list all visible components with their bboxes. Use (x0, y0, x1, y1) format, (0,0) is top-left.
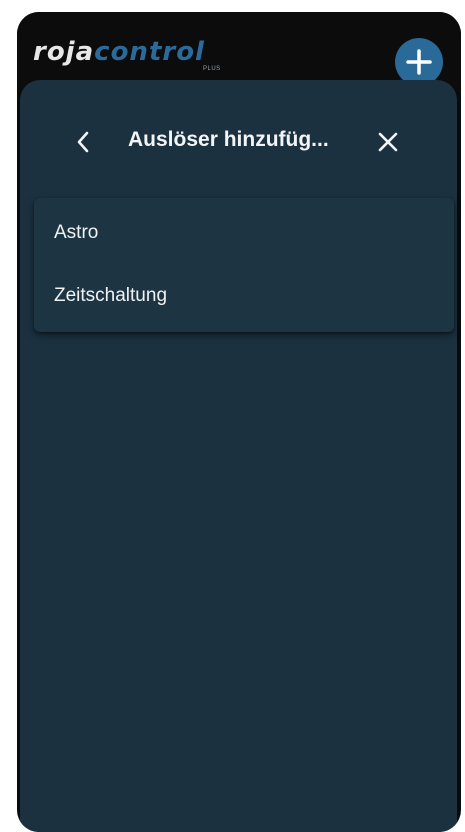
close-button[interactable] (368, 122, 408, 162)
logo-text-control: control (94, 37, 205, 67)
menu-item-zeitschaltung[interactable]: Zeitschaltung (34, 268, 454, 324)
close-icon (378, 132, 398, 152)
logo-text-roja: roja (33, 37, 95, 67)
phone-frame: rojacontrol PLUS Auslöser hinzufüg... As… (17, 12, 461, 832)
chevron-left-icon (77, 131, 89, 153)
app-logo: rojacontrol (33, 39, 205, 65)
back-button[interactable] (64, 122, 104, 162)
trigger-type-menu: Astro Zeitschaltung (34, 198, 454, 332)
add-button[interactable] (395, 38, 443, 86)
sheet-title: Auslöser hinzufüg... (128, 128, 329, 151)
logo-badge: PLUS (203, 66, 221, 72)
menu-item-astro[interactable]: Astro (34, 205, 454, 261)
sheet-header: Auslöser hinzufüg... (20, 112, 457, 168)
add-trigger-sheet: Auslöser hinzufüg... Astro Zeitschaltung (20, 80, 457, 832)
plus-icon (406, 49, 432, 75)
